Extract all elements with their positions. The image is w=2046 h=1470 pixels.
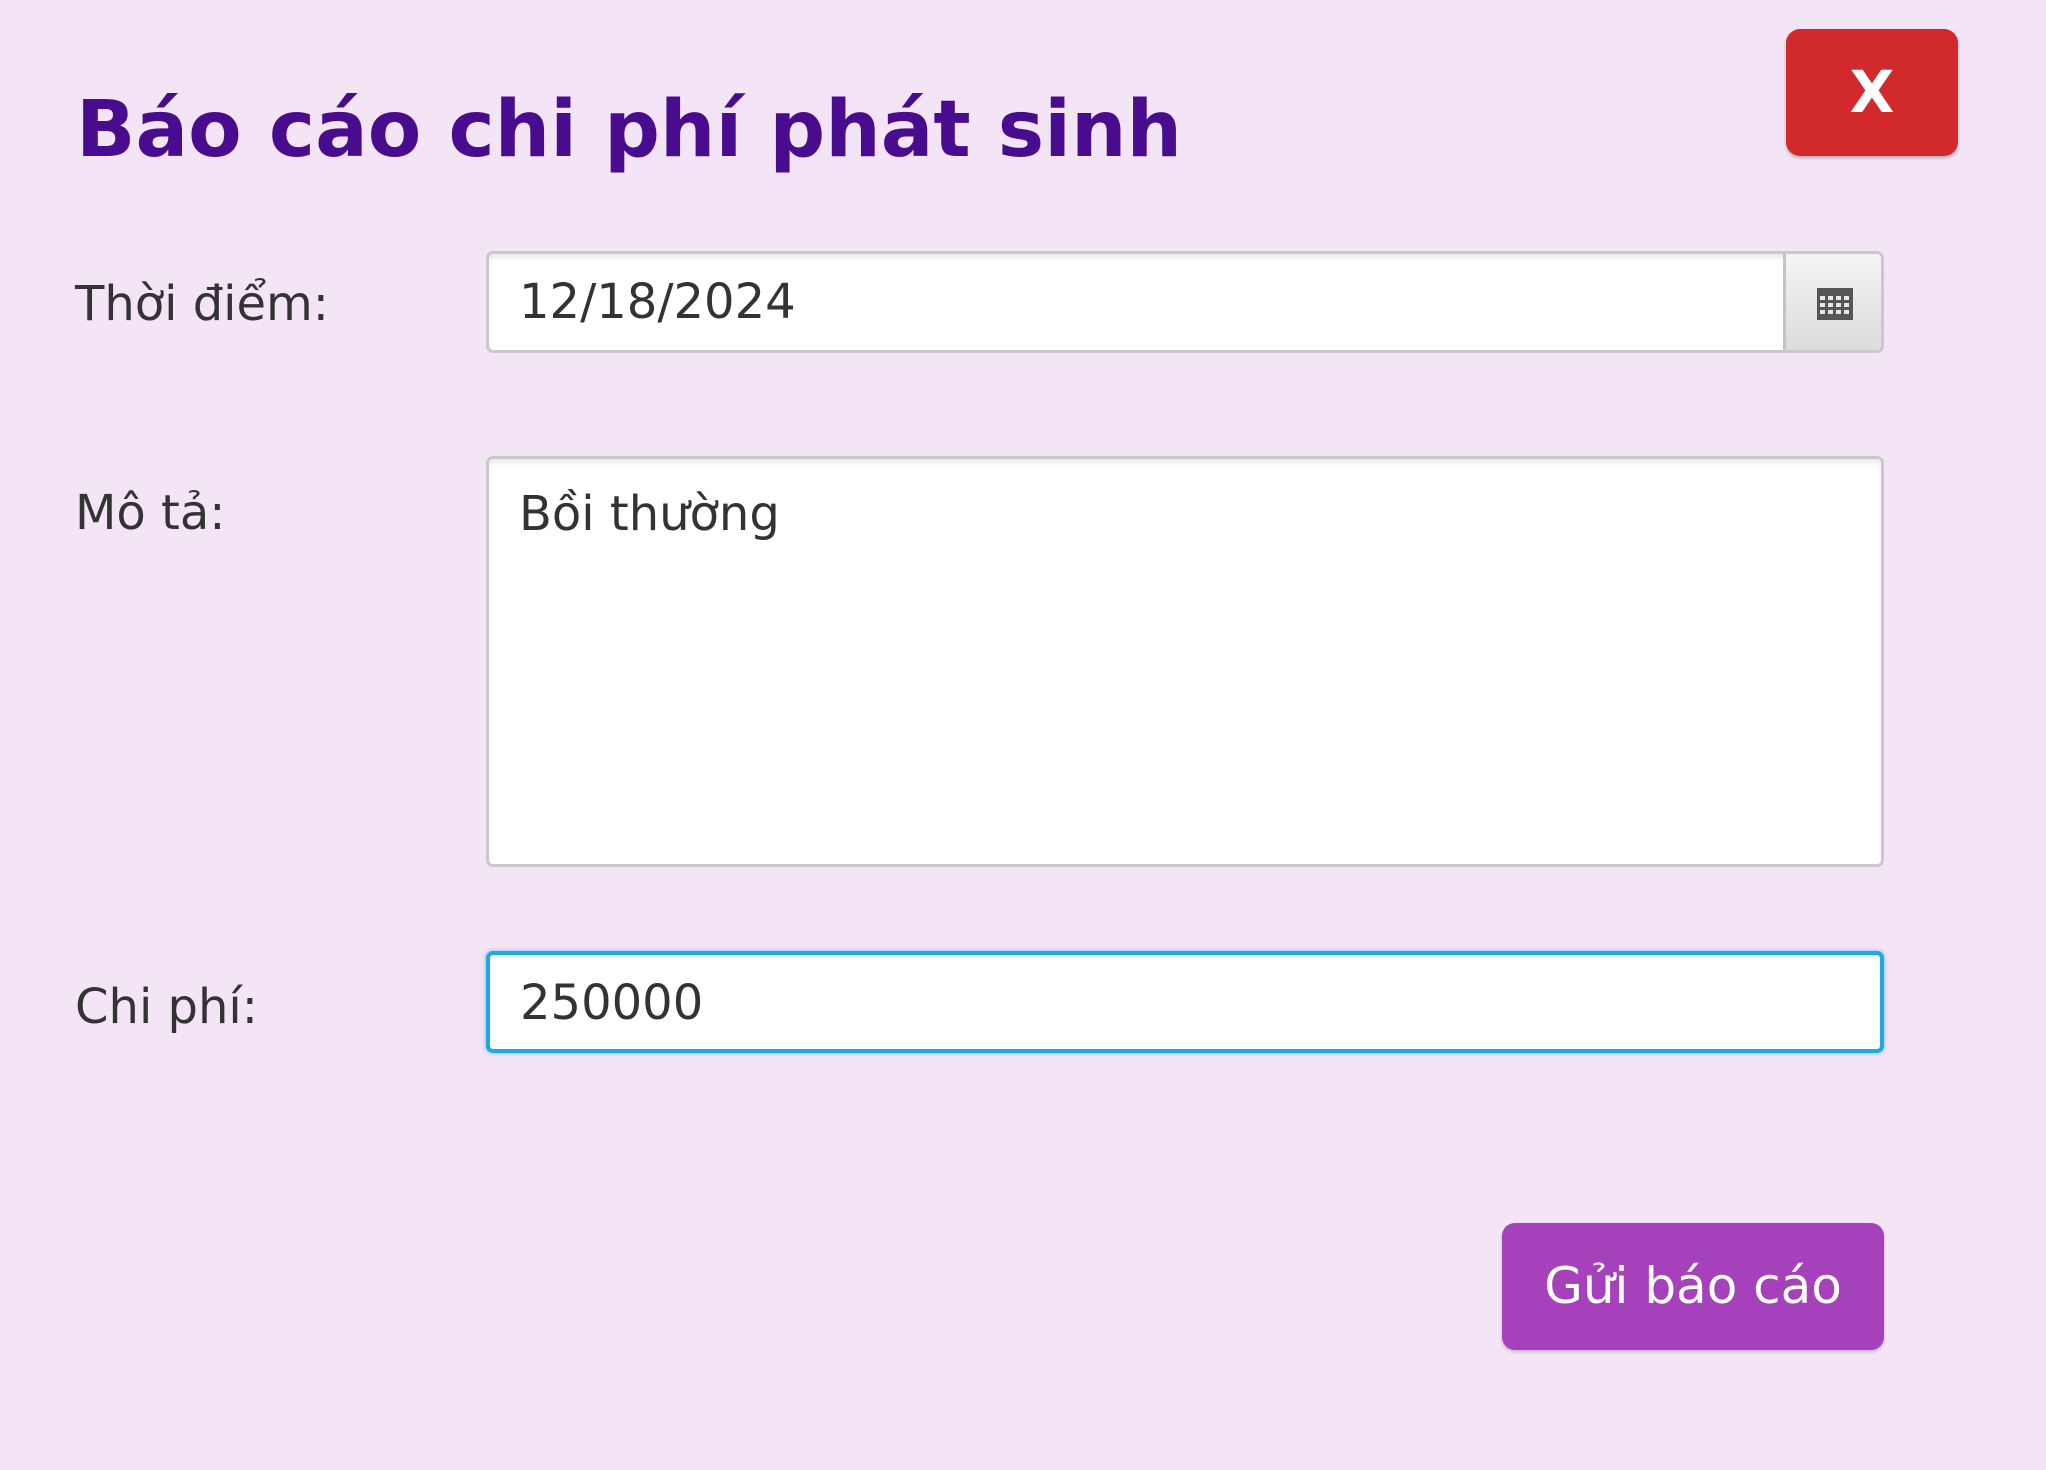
submit-report-button[interactable]: Gửi báo cáo xyxy=(1502,1223,1884,1350)
description-value: Bồi thường xyxy=(519,486,780,542)
date-picker[interactable]: 12/18/2024 xyxy=(486,251,1884,353)
calendar-button[interactable] xyxy=(1783,254,1881,350)
calendar-icon xyxy=(1817,288,1853,320)
description-label: Mô tả: xyxy=(75,485,226,541)
date-label: Thời điểm: xyxy=(75,276,329,332)
cost-input[interactable]: 250000 xyxy=(486,951,1884,1053)
close-button[interactable]: X xyxy=(1786,29,1958,156)
date-input[interactable]: 12/18/2024 xyxy=(519,272,796,332)
cost-value: 250000 xyxy=(520,975,704,1031)
dialog-title: Báo cáo chi phí phát sinh xyxy=(76,85,1183,175)
cost-label: Chi phí: xyxy=(75,979,258,1035)
description-textarea[interactable]: Bồi thường xyxy=(486,456,1884,867)
